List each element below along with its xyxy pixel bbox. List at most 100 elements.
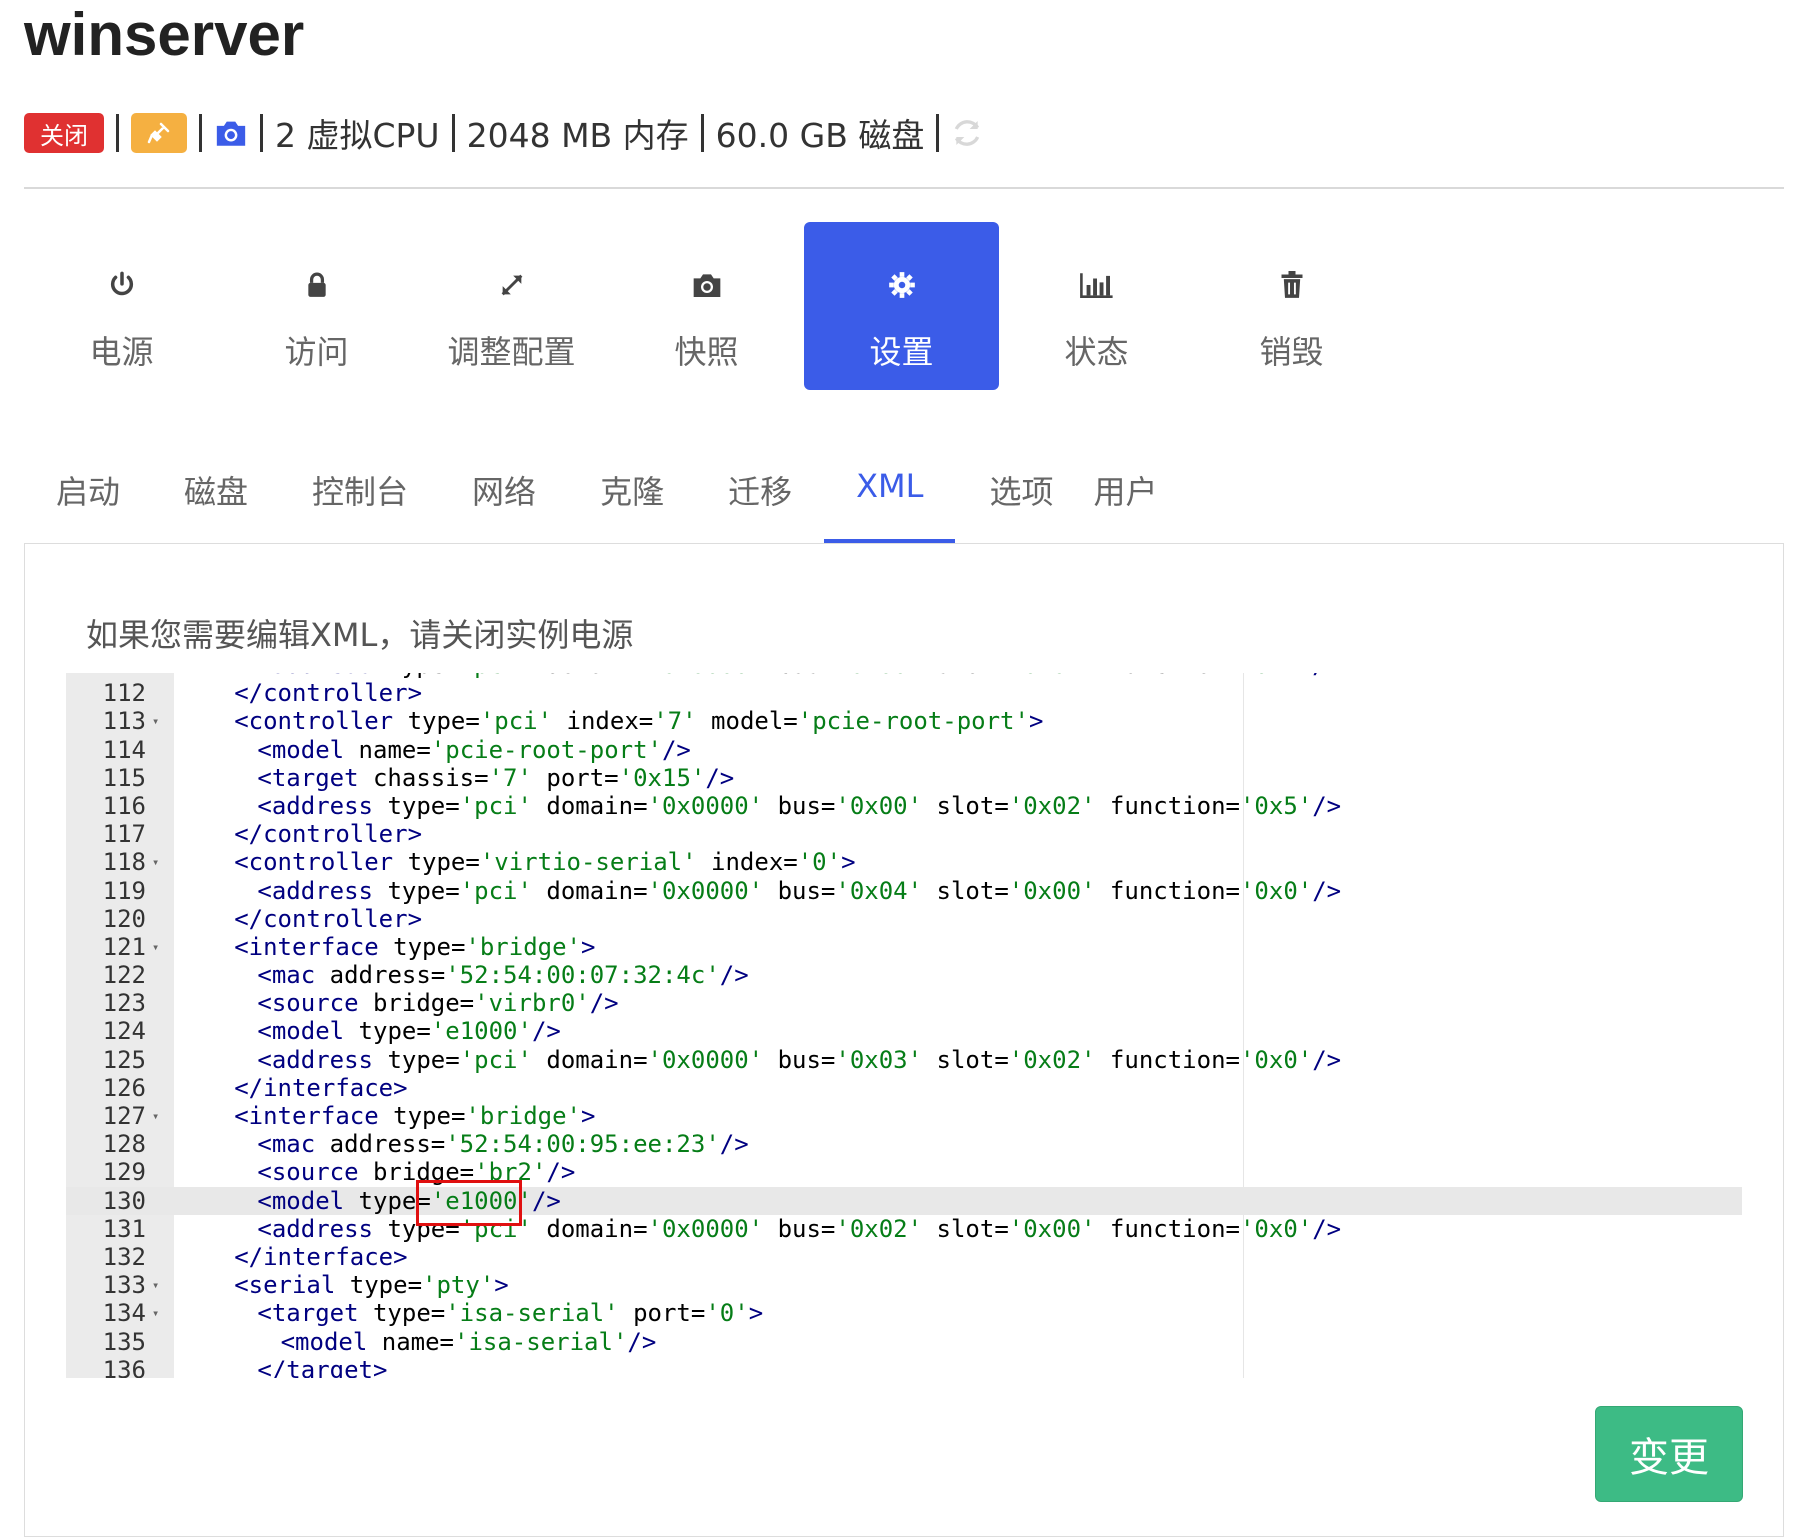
line-number: 123 — [102, 989, 146, 1018]
tab-users[interactable]: 用户 — [1093, 455, 1157, 543]
code-text: <interface type='bridge'> — [234, 932, 596, 961]
code-line[interactable]: 121 ▾ <interface type='bridge'> — [66, 933, 1742, 961]
line-number: 132 — [102, 1242, 146, 1271]
camera-icon — [691, 267, 723, 303]
code-text: <address type='pci' domain='0x0000' bus=… — [257, 876, 1342, 905]
tab-boot[interactable]: 启动 — [56, 455, 120, 543]
fold-toggle-icon[interactable]: ▾ — [152, 848, 166, 876]
divider — [700, 114, 704, 152]
code-line[interactable]: 130 <model type='e1000'/> — [66, 1186, 1742, 1215]
line-number: 125 — [102, 1045, 146, 1074]
code-text: <model name='pcie-root-port'/> — [257, 735, 691, 764]
line-number: 131 — [102, 1214, 146, 1243]
code-text: <mac address='52:54:00:07:32:4c'/> — [257, 961, 749, 990]
line-number: 126 — [102, 1073, 146, 1102]
action-resize[interactable]: 调整配置 — [414, 222, 609, 390]
code-text: <target type='isa-serial' port='0'> — [257, 1299, 764, 1328]
tab-xml[interactable]: XML — [824, 455, 956, 543]
action-label: 快照 — [674, 333, 739, 371]
fold-toggle-icon[interactable]: ▾ — [152, 1102, 166, 1130]
line-number: 115 — [102, 763, 146, 792]
refresh-icon[interactable] — [951, 117, 983, 149]
code-text: <model type='e1000'/> — [257, 1017, 561, 1046]
status-badge: 关闭 — [24, 113, 104, 153]
fold-toggle-icon[interactable]: ▾ — [152, 933, 166, 961]
code-text: <source bridge='virbr0'/> — [257, 989, 619, 1018]
code-line[interactable]: 122 <mac address='52:54:00:07:32:4c'/> — [66, 961, 1742, 989]
line-number: 117 — [102, 820, 146, 849]
code-line[interactable]: 129 <source bridge='br2'/> — [66, 1158, 1742, 1186]
action-snapshot[interactable]: 快照 — [609, 222, 804, 390]
line-number: 114 — [102, 735, 146, 764]
snapshot-camera-icon[interactable] — [214, 118, 248, 148]
action-label: 调整配置 — [447, 333, 576, 371]
code-line[interactable]: 134 ▾ <target type='isa-serial' port='0'> — [66, 1299, 1742, 1327]
divider — [24, 187, 1784, 189]
code-line[interactable]: 136 </target> — [66, 1356, 1742, 1378]
code-line[interactable]: 124 <model type='e1000'/> — [66, 1017, 1742, 1045]
tab-console[interactable]: 控制台 — [312, 455, 408, 543]
tab-disk[interactable]: 磁盘 — [184, 455, 248, 543]
code-line[interactable]: 128 <mac address='52:54:00:95:ee:23'/> — [66, 1130, 1742, 1158]
trash-icon — [1280, 267, 1304, 303]
code-line[interactable]: 119 <address type='pci' domain='0x0000' b… — [66, 877, 1742, 905]
code-line[interactable]: 113 ▾ <controller type='pci' index='7' mod… — [66, 707, 1742, 735]
lock-icon — [305, 267, 329, 303]
bar-chart-icon — [1079, 267, 1114, 303]
divider — [199, 114, 202, 152]
highlight-annotation-box — [416, 1180, 522, 1226]
plug-icon[interactable] — [131, 113, 187, 153]
line-number: 113 — [102, 707, 146, 736]
line-number: 121 — [102, 932, 146, 961]
code-line[interactable]: 131 <address type='pci' domain='0x0000' b… — [66, 1215, 1742, 1243]
code-line[interactable]: 112 </controller> — [66, 679, 1742, 707]
line-number: 130 — [102, 1186, 146, 1215]
code-text: <mac address='52:54:00:95:ee:23'/> — [257, 1130, 749, 1159]
divider — [451, 114, 455, 152]
code-line[interactable]: 118 ▾ <controller type='virtio-serial' ind… — [66, 848, 1742, 876]
code-line[interactable]: 127 ▾ <interface type='bridge'> — [66, 1102, 1742, 1130]
code-text: <target chassis='7' port='0x15'/> — [257, 763, 735, 792]
line-number: 124 — [102, 1017, 146, 1046]
code-line[interactable]: 125 <address type='pci' domain='0x0000' b… — [66, 1046, 1742, 1074]
code-line[interactable]: 120 </controller> — [66, 905, 1742, 933]
code-text: <interface type='bridge'> — [234, 1102, 596, 1130]
line-number: 134 — [102, 1299, 146, 1328]
tab-migrate[interactable]: 迁移 — [728, 455, 792, 543]
action-access[interactable]: 访问 — [219, 222, 414, 390]
code-line[interactable]: 115 <target chassis='7' port='0x15'/> — [66, 764, 1742, 792]
code-line[interactable]: 117 </controller> — [66, 820, 1742, 848]
code-text: <controller type='virtio-serial' index='… — [234, 848, 856, 877]
code-text: <address type='pci' domain='0x0000' bus=… — [257, 791, 1342, 820]
action-status[interactable]: 状态 — [999, 222, 1194, 390]
code-line[interactable]: 123 <source bridge='virbr0'/> — [66, 989, 1742, 1017]
code-line[interactable]: 114 <model name='pcie-root-port'/> — [66, 736, 1742, 764]
change-button[interactable]: 变更 — [1595, 1406, 1743, 1502]
tab-clone[interactable]: 克隆 — [600, 455, 664, 543]
tab-options[interactable]: 选项 — [989, 455, 1053, 543]
action-destroy[interactable]: 销毁 — [1194, 222, 1389, 390]
code-line[interactable]: 116 <address type='pci' domain='0x0000' b… — [66, 792, 1742, 820]
code-line[interactable]: 133 ▾ <serial type='pty'> — [66, 1271, 1742, 1299]
action-label: 电源 — [89, 333, 154, 371]
line-number: 120 — [102, 904, 146, 933]
code-text: </controller> — [234, 820, 423, 849]
divider — [116, 114, 119, 152]
code-text: <controller type='pci' index='7' model='… — [234, 707, 1044, 736]
action-settings[interactable]: 设置 — [804, 222, 999, 390]
code-line[interactable]: 135 <model name='isa-serial'/> — [66, 1328, 1742, 1356]
fold-toggle-icon[interactable]: ▾ — [152, 707, 166, 735]
tab-network[interactable]: 网络 — [472, 455, 536, 543]
xml-code-editor[interactable]: 111<address type='pci' domain='0x0000' b… — [66, 673, 1742, 1378]
divider — [260, 114, 263, 152]
code-text: <address type='pci' domain='0x0000' bus=… — [257, 1045, 1342, 1074]
code-line[interactable]: 132 </interface> — [66, 1243, 1742, 1271]
line-number: 135 — [102, 1327, 146, 1356]
fold-toggle-icon[interactable]: ▾ — [152, 1271, 166, 1299]
xml-edit-notice: 如果您需要编辑XML，请关闭实例电源 — [86, 616, 634, 654]
settings-subtabs: 启动 磁盘 控制台 网络 克隆 迁移 XML 选项 用户 — [24, 455, 1157, 543]
action-power[interactable]: 电源 — [24, 222, 219, 390]
code-line[interactable]: 126 </interface> — [66, 1074, 1742, 1102]
fold-toggle-icon[interactable]: ▾ — [152, 1299, 166, 1327]
action-menu: 电源 访问 调整配置 快照 设置 状态 销毁 — [24, 222, 1389, 392]
